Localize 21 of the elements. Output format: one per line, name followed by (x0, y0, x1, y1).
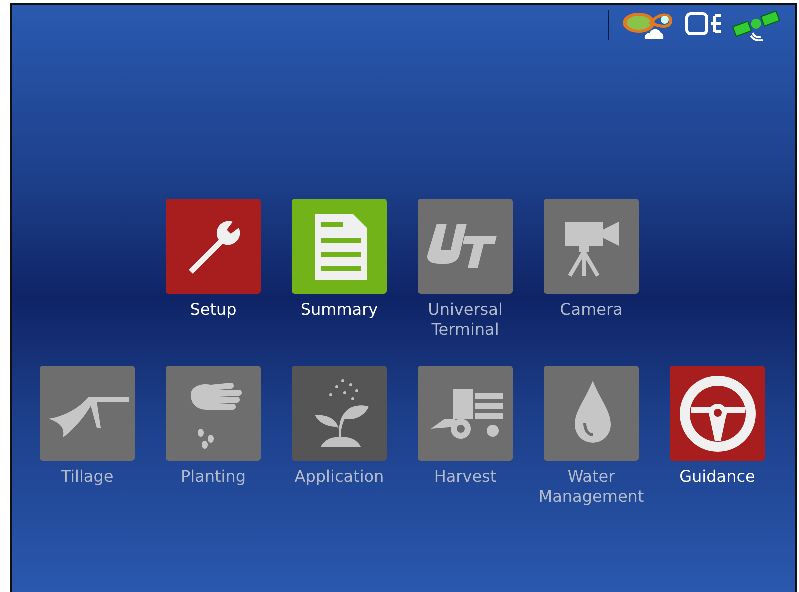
app-label: Water Management (538, 467, 646, 507)
app-label: Universal Terminal (427, 300, 504, 340)
app-tile[interactable] (292, 366, 387, 461)
app-tile[interactable] (166, 366, 261, 461)
app-tile[interactable] (292, 199, 387, 294)
app-label: Application (294, 467, 386, 487)
app-label: Harvest (433, 467, 498, 487)
app-label: Camera (559, 300, 624, 320)
app-tile[interactable] (166, 199, 261, 294)
app-label: Planting (180, 467, 248, 487)
app-label: Tillage (60, 467, 115, 487)
app-label: Guidance (678, 467, 756, 487)
satellite-icon[interactable] (731, 9, 781, 41)
app-label: Setup (189, 300, 238, 320)
app-tile[interactable] (544, 366, 639, 461)
app-tile[interactable] (40, 366, 135, 461)
app-tile[interactable] (418, 199, 513, 294)
app-label: Summary (300, 300, 380, 320)
app-tile[interactable] (418, 366, 513, 461)
app-tile[interactable] (544, 199, 639, 294)
app-tile[interactable] (670, 366, 765, 461)
